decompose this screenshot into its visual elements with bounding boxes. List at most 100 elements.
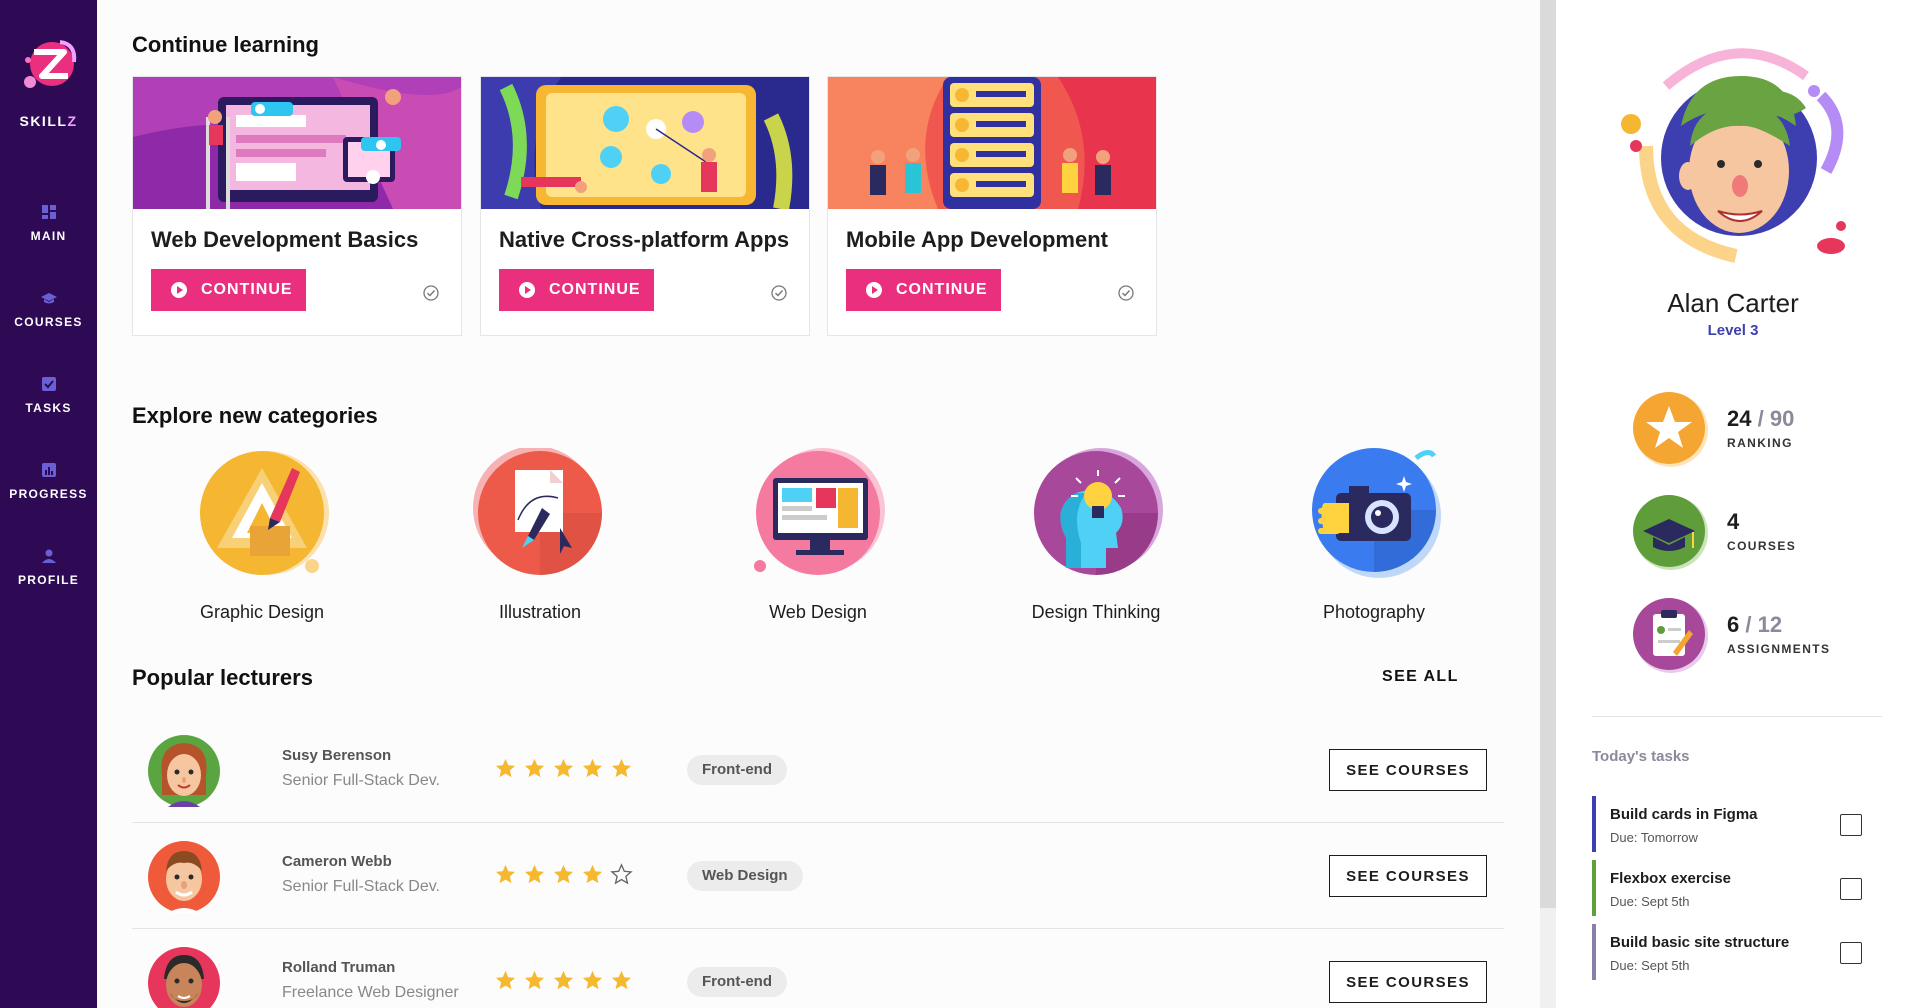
category-design-thinking[interactable]: Design Thinking — [996, 448, 1196, 623]
lecturer-avatar — [148, 735, 220, 807]
user-name: Alan Carter — [1667, 288, 1799, 318]
see-courses-button[interactable]: SEE COURSES — [1329, 749, 1487, 791]
popular-lecturers-title: Popular lecturers — [132, 665, 313, 690]
nav-label: MAIN — [30, 229, 67, 243]
divider — [1592, 716, 1882, 717]
continue-button[interactable]: CONTINUE — [499, 269, 654, 311]
stat-value: 4 — [1727, 509, 1740, 534]
graduation-cap-badge-icon — [1633, 495, 1708, 570]
lecturer-avatar — [148, 947, 220, 1008]
star-filled-icon — [524, 970, 545, 990]
see-courses-button[interactable]: SEE COURSES — [1329, 855, 1487, 897]
person-icon — [41, 549, 56, 563]
star-filled-icon — [524, 758, 545, 778]
nav-label: COURSES — [14, 315, 83, 329]
stat-label: RANKING — [1727, 436, 1793, 450]
course-card[interactable]: Native Cross-platform Apps CONTINUE — [480, 76, 810, 336]
category-photography[interactable]: Photography — [1274, 448, 1474, 623]
category-illustration[interactable]: Illustration — [440, 448, 640, 623]
task-checkbox[interactable] — [1840, 814, 1862, 836]
user-level: Level 3 — [1707, 322, 1759, 339]
task-color-bar — [1592, 860, 1596, 916]
stat-label: COURSES — [1727, 539, 1797, 553]
see-all-link[interactable]: SEE ALL — [1382, 668, 1459, 686]
explore-categories-title: Explore new categories — [132, 403, 378, 428]
play-icon — [171, 282, 187, 298]
continue-button[interactable]: CONTINUE — [151, 269, 306, 311]
play-icon — [866, 282, 882, 298]
main-content: Continue learning Web Development Basics… — [97, 0, 1540, 1008]
star-filled-icon — [582, 758, 603, 778]
task-color-bar — [1592, 924, 1596, 980]
clipboard-badge-icon — [1633, 598, 1708, 673]
nav-label: TASKS — [25, 401, 72, 415]
continue-button[interactable]: CONTINUE — [846, 269, 1001, 311]
category-label: Photography — [1322, 602, 1426, 622]
scrollbar-thumb[interactable] — [1540, 0, 1556, 908]
star-empty-icon — [610, 863, 633, 885]
star-filled-icon — [611, 758, 632, 778]
star-filled-icon — [524, 864, 545, 884]
star-filled-icon — [495, 758, 516, 778]
task-checkbox[interactable] — [1840, 942, 1862, 964]
lecturer-avatar — [148, 841, 220, 913]
course-title: Mobile App Development — [846, 227, 1108, 252]
nav-item-progress[interactable]: PROGRESS — [0, 462, 97, 548]
category-label: Design Thinking — [1031, 602, 1161, 622]
task-checkbox[interactable] — [1840, 878, 1862, 900]
task-item: Flexbox exercise Due: Sept 5th — [1592, 860, 1882, 916]
task-item: Build cards in Figma Due: Tomorrow — [1592, 796, 1882, 852]
sidebar: SKILLZ MAIN COURSES TASKS PROGRESS PROFI… — [0, 0, 97, 1008]
lecturer-tag: Front-end — [687, 755, 787, 785]
check-circle-icon — [423, 285, 439, 301]
main-nav: MAIN COURSES TASKS PROGRESS PROFILE — [0, 204, 97, 634]
lecturer-row: Cameron Webb Senior Full-Stack Dev. Web … — [132, 823, 1504, 929]
course-card[interactable]: Web Development Basics CONTINUE — [132, 76, 462, 336]
task-color-bar — [1592, 796, 1596, 852]
nav-label: PROFILE — [17, 573, 80, 587]
star-filled-icon — [553, 758, 574, 778]
lecturer-tag: Web Design — [687, 861, 803, 891]
see-courses-button[interactable]: SEE COURSES — [1329, 961, 1487, 1003]
brand-name: SKILLZ — [19, 113, 78, 129]
lecturer-role: Senior Full-Stack Dev. — [282, 878, 440, 895]
category-label: Graphic Design — [199, 602, 325, 622]
logo[interactable]: SKILLZ — [0, 36, 97, 129]
nav-item-courses[interactable]: COURSES — [0, 290, 97, 376]
nav-item-tasks[interactable]: TASKS — [0, 376, 97, 462]
user-avatar — [1621, 48, 1846, 263]
vector-pen-icon — [473, 448, 602, 575]
stat-value: 6 / 12 — [1727, 612, 1783, 637]
course-title: Native Cross-platform Apps — [499, 227, 790, 252]
mobile-app-illustration — [828, 77, 1156, 209]
star-filled-icon — [553, 970, 574, 990]
course-title: Web Development Basics — [151, 227, 419, 252]
nav-label: PROGRESS — [9, 487, 88, 501]
course-card[interactable]: Mobile App Development CONTINUE — [827, 76, 1157, 336]
nav-item-profile[interactable]: PROFILE — [0, 548, 97, 634]
continue-learning-title: Continue learning — [132, 32, 319, 57]
pen-tool-icon — [200, 451, 329, 575]
skillz-logo-icon — [23, 40, 76, 88]
web-development-illustration — [133, 77, 461, 209]
task-name: Build basic site structure — [1610, 934, 1790, 951]
task-due: Due: Sept 5th — [1610, 894, 1690, 909]
nav-item-main[interactable]: MAIN — [0, 204, 97, 290]
task-due: Due: Tomorrow — [1610, 830, 1698, 845]
monitor-icon — [754, 448, 885, 575]
lightbulb-head-icon — [1034, 448, 1163, 575]
star-filled-icon — [611, 970, 632, 990]
rating-stars — [494, 757, 633, 783]
category-web-design[interactable]: Web Design — [718, 448, 918, 623]
lecturer-name: Cameron Webb — [282, 853, 392, 870]
todays-tasks-title: Today's tasks — [1592, 748, 1690, 765]
rating-stars — [494, 969, 633, 995]
lecturer-name: Rolland Truman — [282, 959, 396, 976]
task-due: Due: Sept 5th — [1610, 958, 1690, 973]
lecturer-role: Freelance Web Designer — [282, 984, 459, 1001]
category-graphic-design[interactable]: Graphic Design — [162, 448, 362, 623]
profile-panel: Alan Carter Level 3 24 / 90 RANKING 4 CO… — [1556, 0, 1910, 1008]
task-name: Build cards in Figma — [1610, 806, 1758, 823]
bar-chart-icon — [41, 463, 56, 477]
task-name: Flexbox exercise — [1610, 870, 1731, 887]
